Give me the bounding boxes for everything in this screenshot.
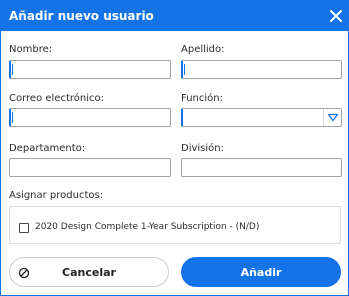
email-field[interactable] [9, 108, 171, 127]
products-label: Asignar productos: [9, 190, 104, 201]
role-dropdown-button[interactable] [323, 109, 341, 126]
division-field[interactable] [181, 158, 342, 177]
close-icon [330, 10, 342, 22]
department-field[interactable] [9, 158, 171, 177]
first-name-label: Nombre: [9, 44, 53, 55]
product-checkbox[interactable] [19, 223, 29, 233]
role-select[interactable] [181, 108, 342, 127]
last-name-field[interactable] [181, 60, 342, 79]
dialog-title: Añadir nuevo usuario [9, 9, 154, 23]
email-label: Correo electrónico: [9, 93, 104, 104]
add-button-label: Añadir [240, 266, 282, 279]
product-label: 2020 Design Complete 1-Year Subscription… [35, 222, 260, 232]
department-label: Departamento: [9, 143, 86, 154]
first-name-field[interactable] [9, 60, 171, 79]
add-button[interactable]: Añadir [181, 257, 341, 287]
triangle-down-icon [327, 113, 339, 122]
dialog-header: Añadir nuevo usuario [1, 1, 348, 31]
products-list: 2020 Design Complete 1-Year Subscription… [9, 206, 341, 244]
division-label: División: [181, 143, 224, 154]
add-user-dialog: Añadir nuevo usuario Nombre: Apellido: C… [0, 0, 349, 296]
cancel-button-label: Cancelar [62, 266, 116, 279]
last-name-label: Apellido: [181, 44, 225, 55]
role-label: Función: [181, 93, 223, 104]
close-button[interactable] [326, 6, 346, 26]
cancel-button[interactable]: Cancelar [9, 257, 169, 287]
